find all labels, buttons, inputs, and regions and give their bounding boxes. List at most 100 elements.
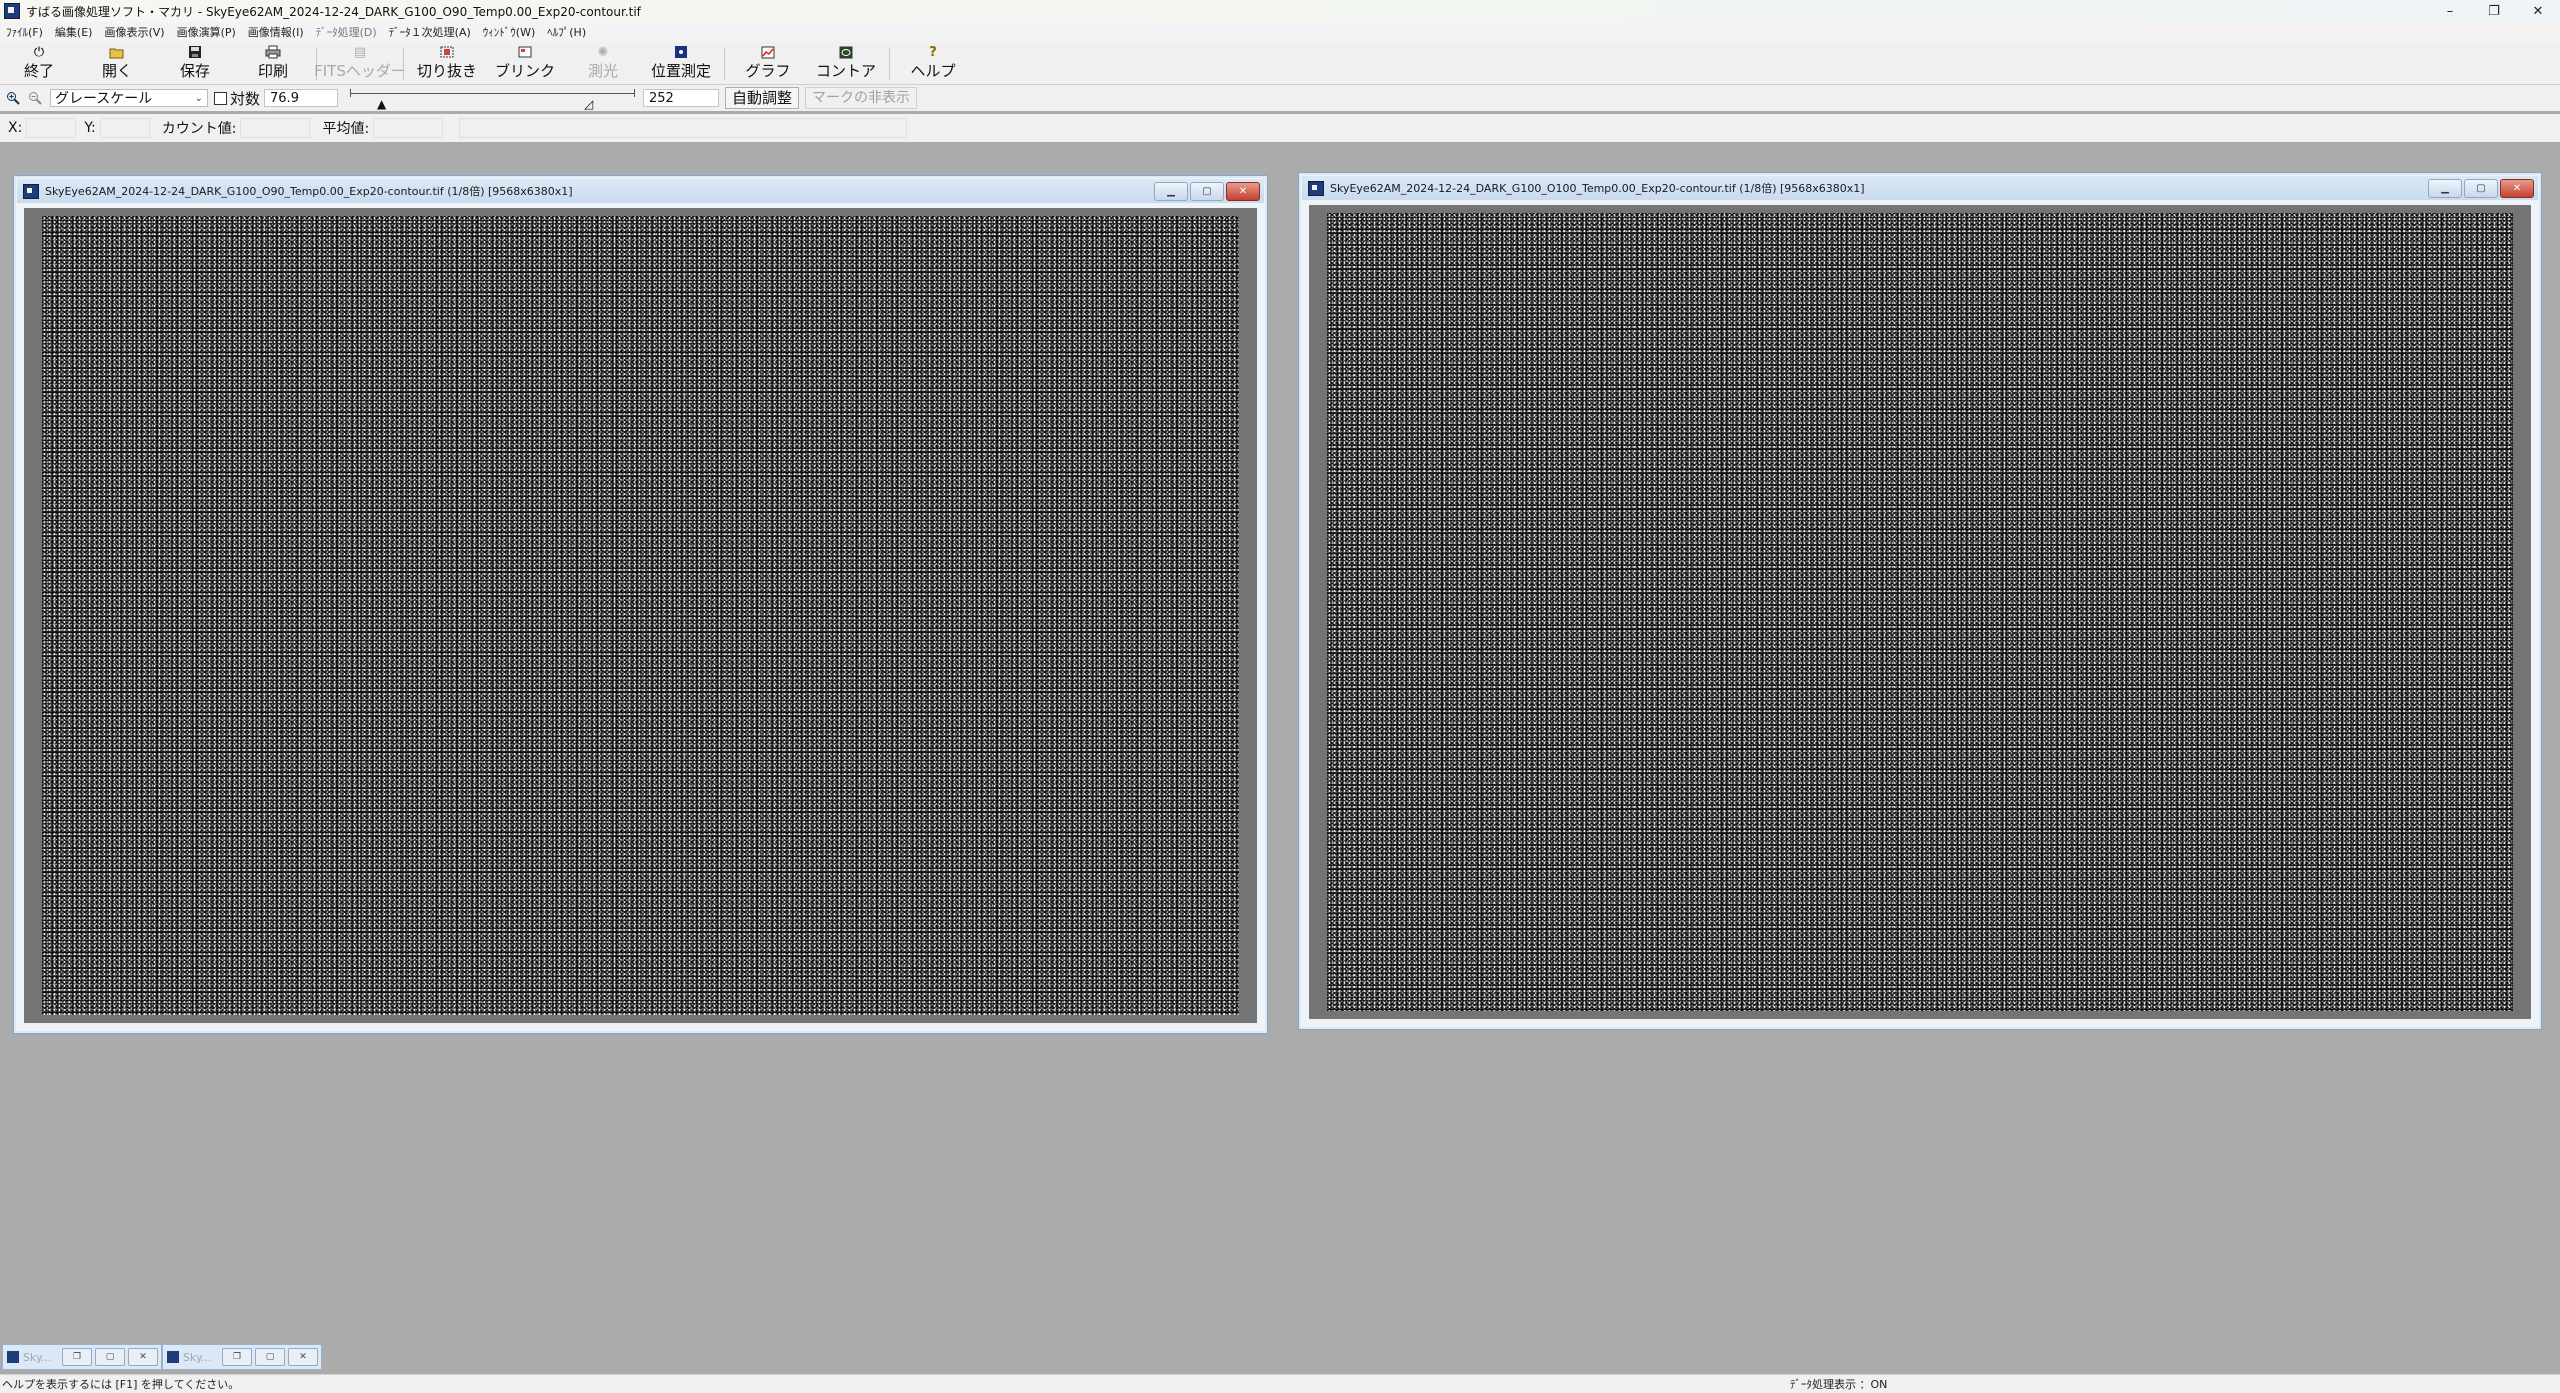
toolbar: ⏻ 終了 開く 保存 印刷 ▤ FITSヘッダー 切り抜き ブリンク ✺ 測光 …: [0, 42, 2560, 85]
open-button[interactable]: 開く: [78, 44, 156, 84]
close-button[interactable]: ✕: [2516, 0, 2560, 22]
contour-label: コントア: [815, 62, 876, 80]
min-level-field[interactable]: 76.9: [264, 89, 339, 107]
photometry-label: 測光: [587, 62, 618, 80]
zoom-out-icon[interactable]: [26, 89, 44, 107]
blink-icon: [517, 45, 533, 59]
image-window-title: SkyEye62AM_2024-12-24_DARK_G100_O90_Temp…: [45, 185, 573, 198]
menu-bar: ﾌｧｲﾙ(F) 編集(E) 画像表示(V) 画像演算(P) 画像情報(I) ﾃﾞ…: [0, 22, 2560, 42]
close-button[interactable]: ✕: [2500, 179, 2534, 198]
fits-header-button[interactable]: ▤ FITSヘッダー: [314, 44, 406, 84]
image-window-2[interactable]: SkyEye62AM_2024-12-24_DARK_G100_O100_Tem…: [1298, 172, 2542, 1030]
menu-image-info[interactable]: 画像情報(I): [242, 24, 310, 40]
exit-button[interactable]: ⏻ 終了: [0, 44, 78, 84]
image-window-1[interactable]: SkyEye62AM_2024-12-24_DARK_G100_O90_Temp…: [13, 175, 1268, 1034]
menu-primary-processing[interactable]: ﾃﾞｰﾀ１次処理(A): [383, 24, 477, 40]
menu-edit[interactable]: 編集(E): [49, 24, 99, 40]
photometry-button[interactable]: ✺ 測光: [564, 44, 642, 84]
minimized-window-2[interactable]: Sky... ❐ ▢ ✕: [162, 1344, 322, 1370]
app-window: すばる画像処理ソフト・マカリ - SkyEye62AM_2024-12-24_D…: [0, 0, 2560, 1393]
window-title: すばる画像処理ソフト・マカリ - SkyEye62AM_2024-12-24_D…: [26, 4, 641, 19]
display-mode-select[interactable]: グレースケール ⌄: [50, 89, 208, 107]
auto-adjust-button[interactable]: 自動調整: [725, 87, 800, 109]
toolbar-separator: [889, 48, 890, 80]
menu-data-processing[interactable]: ﾃﾞｰﾀ処理(D): [310, 24, 383, 40]
contour-icon: [838, 45, 854, 59]
display-controls: グレースケール ⌄ 対数 76.9 ▲ ◿ 252 自動調整 マークの非表示: [0, 85, 2560, 111]
level-slider[interactable]: ▲ ◿: [350, 87, 636, 111]
maximize-button[interactable]: ▢: [255, 1348, 285, 1366]
title-bar: すばる画像処理ソフト・マカリ - SkyEye62AM_2024-12-24_D…: [0, 0, 2560, 22]
image-window-titlebar[interactable]: SkyEye62AM_2024-12-24_DARK_G100_O90_Temp…: [17, 179, 1264, 203]
zoom-in-icon[interactable]: [4, 89, 22, 107]
restore-button[interactable]: ❐: [62, 1348, 92, 1366]
fits-header-icon: ▤: [353, 44, 367, 60]
menu-file[interactable]: ﾌｧｲﾙ(F): [0, 24, 49, 40]
checkbox-box: [214, 91, 227, 105]
restore-button[interactable]: ❐: [222, 1348, 252, 1366]
menu-window[interactable]: ｳｨﾝﾄﾞｳ(W): [477, 24, 541, 40]
image-window-icon: [167, 1351, 179, 1363]
help-button[interactable]: ? ヘルプ: [894, 44, 972, 84]
toolbar-separator: [724, 48, 725, 80]
chevron-down-icon: ⌄: [194, 93, 203, 104]
print-label: 印刷: [257, 62, 288, 80]
open-label: 開く: [101, 62, 132, 80]
minimized-title: Sky...: [183, 1350, 212, 1364]
extra-info-field: [459, 118, 908, 138]
close-button[interactable]: ✕: [128, 1348, 158, 1366]
image-window-title: SkyEye62AM_2024-12-24_DARK_G100_O100_Tem…: [1330, 182, 1865, 195]
x-label: X:: [8, 120, 23, 136]
toolbar-separator: [403, 48, 404, 80]
minimize-button[interactable]: ▁: [1154, 182, 1188, 201]
restore-button[interactable]: ❐: [2472, 0, 2516, 22]
maximize-button[interactable]: ▢: [1190, 182, 1224, 201]
minimize-button[interactable]: –: [2428, 0, 2472, 22]
min-slider-thumb[interactable]: ▲: [377, 97, 386, 111]
minimized-window-1[interactable]: Sky... ❐ ▢ ✕: [2, 1344, 162, 1370]
minimized-title: Sky...: [23, 1350, 52, 1364]
minimize-button[interactable]: ▁: [2428, 179, 2462, 198]
graph-label: グラフ: [745, 62, 791, 80]
fits-header-label: FITSヘッダー: [314, 62, 406, 80]
menu-help[interactable]: ﾍﾙﾌﾟ(H): [541, 24, 592, 40]
maximize-button[interactable]: ▢: [2464, 179, 2498, 198]
menu-view[interactable]: 画像表示(V): [98, 24, 170, 40]
contour-button[interactable]: コントア: [807, 44, 885, 84]
help-icon: ?: [929, 44, 937, 60]
crop-button[interactable]: 切り抜き: [408, 44, 486, 84]
image-canvas[interactable]: [42, 216, 1239, 1015]
print-button[interactable]: 印刷: [234, 44, 312, 84]
image-window-controls: ▁ ▢ ✕: [1152, 182, 1260, 201]
help-hint: ヘルプを表示するには [F1] を押してください。: [2, 1378, 240, 1391]
astrometry-button[interactable]: 位置測定: [642, 44, 720, 84]
y-label: Y:: [84, 120, 96, 136]
save-button[interactable]: 保存: [156, 44, 234, 84]
max-level-field[interactable]: 252: [643, 89, 720, 107]
image-canvas-frame: [24, 208, 1257, 1023]
maximize-button[interactable]: ▢: [95, 1348, 125, 1366]
status-bar: ヘルプを表示するには [F1] を押してください。 ﾃﾞｰﾀ処理表示 ：ON: [0, 1374, 2560, 1393]
image-window-titlebar[interactable]: SkyEye62AM_2024-12-24_DARK_G100_O100_Tem…: [1302, 176, 2538, 200]
data-processing-status: ﾃﾞｰﾀ処理表示 ：ON: [1790, 1378, 1888, 1391]
menu-image-ops[interactable]: 画像演算(P): [171, 24, 242, 40]
crop-icon: [439, 45, 455, 59]
count-label: カウント値:: [161, 121, 237, 137]
max-slider-thumb[interactable]: ◿: [584, 97, 593, 111]
image-window-controls: ▁ ▢ ✕: [2426, 179, 2534, 198]
image-canvas[interactable]: [1327, 213, 2513, 1011]
blink-button[interactable]: ブリンク: [486, 44, 564, 84]
close-button[interactable]: ✕: [1226, 182, 1260, 201]
image-window-icon: [7, 1351, 19, 1363]
mean-value: [373, 118, 444, 138]
window-controls: – ❐ ✕: [2428, 0, 2560, 22]
blink-label: ブリンク: [494, 62, 555, 80]
log-checkbox[interactable]: 対数: [214, 88, 260, 109]
app-icon: [4, 3, 20, 19]
astrometry-icon: [673, 45, 689, 59]
close-button[interactable]: ✕: [288, 1348, 318, 1366]
graph-button[interactable]: グラフ: [729, 44, 807, 84]
mean-label: 平均値:: [322, 121, 370, 137]
hide-marks-button[interactable]: マークの非表示: [805, 87, 918, 109]
astrometry-label: 位置測定: [650, 62, 711, 80]
